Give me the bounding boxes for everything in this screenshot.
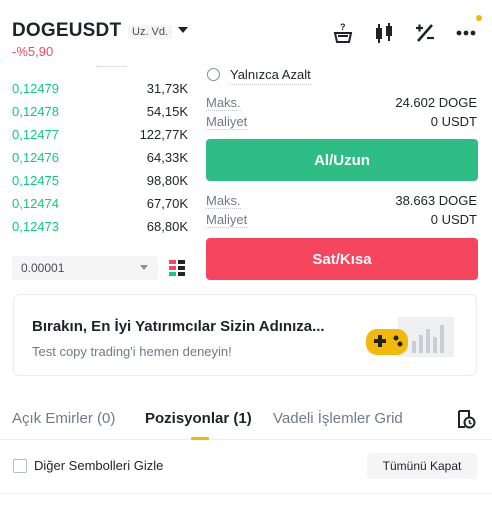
sell-cost-label: Maliyet xyxy=(206,212,248,228)
bid-price: 0,12477 xyxy=(12,127,59,142)
bid-quantity: 122,77K xyxy=(139,127,188,142)
buy-long-button[interactable]: Al/Uzun xyxy=(206,139,478,181)
order-book-row[interactable]: 0,12476 64,33K xyxy=(0,145,200,168)
order-book-row[interactable]: 0,12478 54,15K xyxy=(0,99,200,122)
order-book-row[interactable]: 0,12477 122,77K xyxy=(0,122,200,145)
bid-price: 0,12475 xyxy=(12,173,59,188)
tab-futures-grid[interactable]: Vadeli İşlemler Grid xyxy=(273,410,403,427)
buy-max-label: Maks. xyxy=(206,95,241,111)
order-book-layout-icon[interactable] xyxy=(168,259,186,277)
tab-open-orders[interactable]: Açık Emirler (0) xyxy=(12,410,115,427)
bid-price: 0,12479 xyxy=(12,81,59,96)
more-icon[interactable] xyxy=(455,22,477,44)
buy-cost-value: 0 USDT xyxy=(430,114,477,129)
price-change: -%5,90 xyxy=(12,44,54,59)
hide-other-symbols-label[interactable]: Diğer Sembolleri Gizle xyxy=(34,458,163,473)
percent-icon[interactable] xyxy=(414,22,436,44)
reduce-only-label: Yalnızca Azalt xyxy=(230,67,311,85)
positions-filter-row: Diğer Sembolleri Gizle Tümünü Kapat xyxy=(0,448,492,488)
divider xyxy=(0,493,492,494)
order-book-row[interactable]: 0,12475 98,80K xyxy=(0,168,200,191)
promo-subtitle: Test copy trading'i hemen deneyin! xyxy=(32,344,232,359)
sell-cost-value: 0 USDT xyxy=(430,212,477,227)
sell-short-button[interactable]: Sat/Kısa xyxy=(206,238,478,280)
sell-max-label: Maks. xyxy=(206,193,241,209)
order-book-row[interactable]: 0,12479 31,73K xyxy=(0,76,200,99)
candlestick-chart-icon[interactable] xyxy=(373,22,395,44)
promo-title: Bırakın, En İyi Yatırımcılar Sizin Adını… xyxy=(32,318,325,335)
precision-select[interactable]: 0.00001 xyxy=(12,256,158,280)
hide-other-symbols-checkbox[interactable] xyxy=(13,459,27,473)
order-book-divider xyxy=(96,66,126,67)
close-all-button[interactable]: Tümünü Kapat xyxy=(367,453,477,479)
chevron-down-icon xyxy=(140,265,148,270)
reduce-only-radio[interactable] xyxy=(207,68,220,81)
tab-positions[interactable]: Pozisyonlar (1) xyxy=(145,410,252,427)
bid-price: 0,12478 xyxy=(12,104,59,119)
bid-price: 0,12474 xyxy=(12,196,59,211)
contract-type-badge: Uz. Vd. xyxy=(128,25,173,39)
copy-trading-promo-card[interactable]: Bırakın, En İyi Yatırımcılar Sizin Adını… xyxy=(13,294,477,376)
precision-value: 0.00001 xyxy=(21,261,65,275)
bid-quantity: 31,73K xyxy=(146,81,188,96)
bid-price: 0,12476 xyxy=(12,150,59,165)
sell-max-value: 38.663 DOGE xyxy=(395,193,477,208)
chevron-down-icon[interactable] xyxy=(178,27,188,33)
notification-dot xyxy=(476,15,482,21)
order-book-row[interactable]: 0,12474 67,70K xyxy=(0,191,200,214)
symbol-title[interactable]: DOGEUSDT xyxy=(12,20,121,42)
calculator-icon[interactable]: ? xyxy=(332,22,354,44)
svg-text:?: ? xyxy=(340,22,346,32)
order-book-row[interactable]: 0,12473 68,80K xyxy=(0,214,200,237)
active-tab-indicator xyxy=(191,437,209,440)
bid-quantity: 68,80K xyxy=(146,219,188,234)
order-history-icon[interactable] xyxy=(456,409,476,429)
bid-quantity: 67,70K xyxy=(146,196,188,211)
gamepad-illustration-icon xyxy=(366,317,454,357)
buy-max-value: 24.602 DOGE xyxy=(395,95,477,110)
positions-tabs: Açık Emirler (0) Pozisyonlar (1) Vadeli … xyxy=(0,398,492,440)
header: DOGEUSDT Uz. Vd. -%5,90 ? xyxy=(0,0,492,62)
bid-quantity: 54,15K xyxy=(146,104,188,119)
buy-cost-label: Maliyet xyxy=(206,114,248,130)
bid-price: 0,12473 xyxy=(12,219,59,234)
bid-quantity: 64,33K xyxy=(146,150,188,165)
bid-quantity: 98,80K xyxy=(146,173,188,188)
